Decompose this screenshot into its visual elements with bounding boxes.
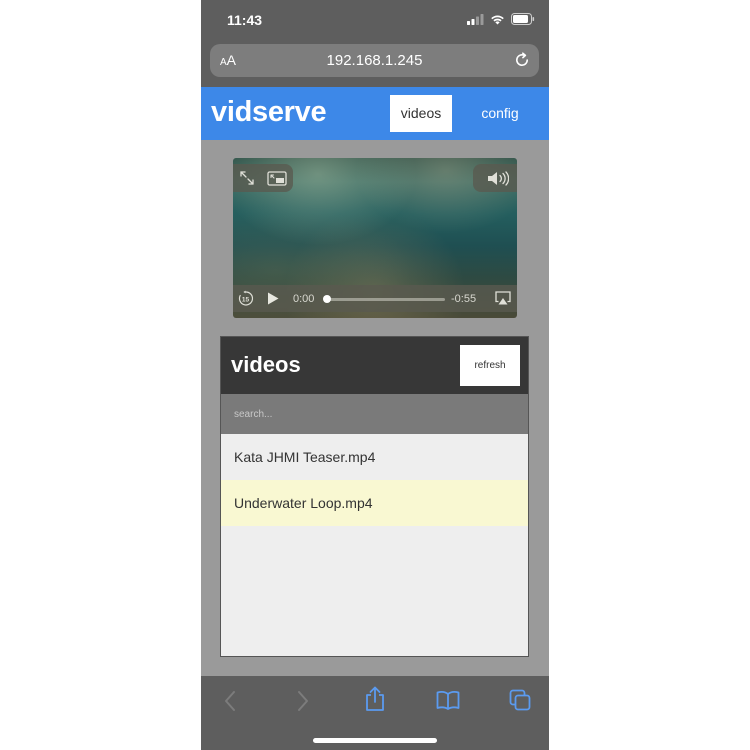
videos-panel-header: videos refresh bbox=[221, 337, 528, 394]
video-list-item-selected[interactable]: Underwater Loop.mp4 bbox=[221, 480, 528, 526]
share-icon[interactable] bbox=[364, 686, 386, 712]
refresh-button[interactable]: refresh bbox=[460, 345, 520, 386]
status-icons bbox=[467, 13, 535, 25]
back-icon[interactable] bbox=[223, 690, 237, 712]
url-text[interactable]: 192.168.1.245 bbox=[210, 52, 539, 69]
videos-panel: videos refresh Kata JHMI Teaser.mp4 Unde… bbox=[220, 336, 529, 657]
bookmarks-icon[interactable] bbox=[436, 690, 460, 710]
elapsed-time: 0:00 bbox=[293, 293, 315, 305]
cellular-signal-icon bbox=[467, 13, 484, 25]
video-list-item[interactable]: Kata JHMI Teaser.mp4 bbox=[221, 434, 528, 480]
status-bar: 11:43 bbox=[201, 0, 549, 40]
play-icon[interactable] bbox=[267, 292, 279, 305]
tab-videos[interactable]: videos bbox=[390, 95, 452, 132]
tab-config[interactable]: config bbox=[469, 95, 531, 132]
browser-chrome: AA 192.168.1.245 bbox=[201, 40, 549, 87]
video-player[interactable]: 15 0:00 -0:55 bbox=[233, 158, 517, 318]
progress-track[interactable] bbox=[327, 298, 445, 301]
svg-text:15: 15 bbox=[242, 296, 250, 303]
picture-in-picture-icon[interactable] bbox=[267, 171, 287, 186]
progress-knob[interactable] bbox=[323, 295, 331, 303]
search-input[interactable] bbox=[221, 394, 528, 434]
video-list: Kata JHMI Teaser.mp4 Underwater Loop.mp4 bbox=[221, 434, 528, 526]
airplay-icon[interactable] bbox=[495, 291, 511, 305]
app-logo: vidserve bbox=[211, 96, 327, 128]
app-header: vidserve videos config bbox=[201, 87, 549, 140]
fullscreen-icon[interactable] bbox=[239, 170, 255, 186]
url-bar[interactable]: AA 192.168.1.245 bbox=[210, 44, 539, 77]
reload-icon[interactable] bbox=[513, 51, 531, 69]
status-time: 11:43 bbox=[227, 12, 263, 28]
forward-icon[interactable] bbox=[296, 690, 310, 712]
skip-back-15-icon[interactable]: 15 bbox=[237, 290, 254, 307]
remaining-time: -0:55 bbox=[451, 293, 477, 305]
videos-panel-title: videos bbox=[231, 352, 301, 377]
home-indicator[interactable] bbox=[313, 738, 437, 743]
search-row bbox=[221, 394, 528, 434]
battery-icon bbox=[511, 13, 535, 25]
wifi-icon bbox=[491, 15, 504, 24]
volume-icon[interactable] bbox=[487, 171, 509, 186]
phone-screen: 11:43 AA 192.168.1.245 vidserve videos c… bbox=[201, 0, 549, 750]
tabs-icon[interactable] bbox=[509, 689, 531, 711]
